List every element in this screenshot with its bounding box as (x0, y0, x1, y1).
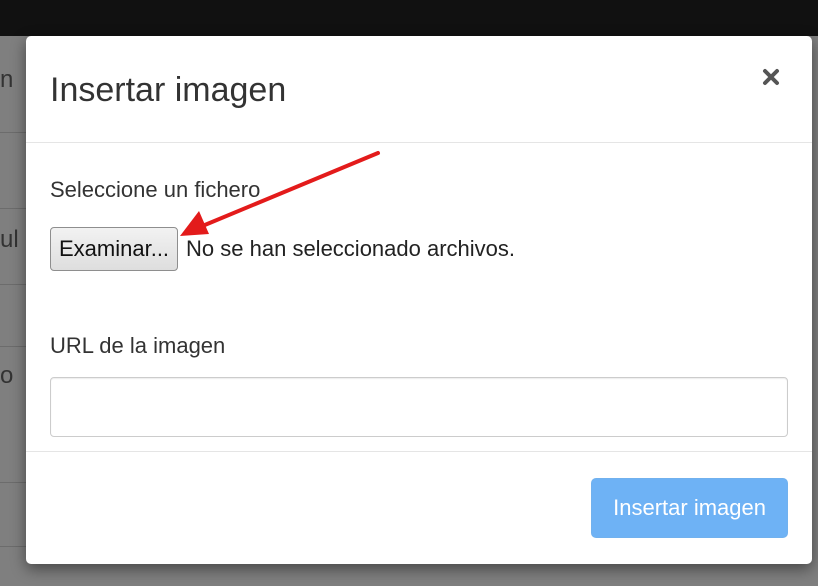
close-icon[interactable] (756, 62, 786, 92)
file-field-label: Seleccione un fichero (50, 177, 261, 202)
file-input: Examinar... No se han seleccionado archi… (50, 227, 515, 271)
modal-footer: Insertar imagen (26, 451, 812, 564)
modal-body: Seleccione un fichero Examinar... No se … (26, 143, 812, 451)
insert-image-modal: Insertar imagen Seleccione un fichero Ex… (26, 36, 812, 564)
insert-image-button[interactable]: Insertar imagen (591, 478, 788, 538)
browse-file-button[interactable]: Examinar... (50, 227, 179, 271)
modal-header: Insertar imagen (26, 36, 812, 143)
modal-title: Insertar imagen (50, 71, 287, 109)
screen: n ul o Insertar imagen Seleccione un fic… (0, 0, 818, 586)
image-url-input[interactable] (50, 377, 788, 437)
url-field-label: URL de la imagen (50, 333, 226, 358)
file-status-text: No se han seleccionado archivos. (186, 236, 516, 261)
top-navbar-background (0, 0, 818, 36)
